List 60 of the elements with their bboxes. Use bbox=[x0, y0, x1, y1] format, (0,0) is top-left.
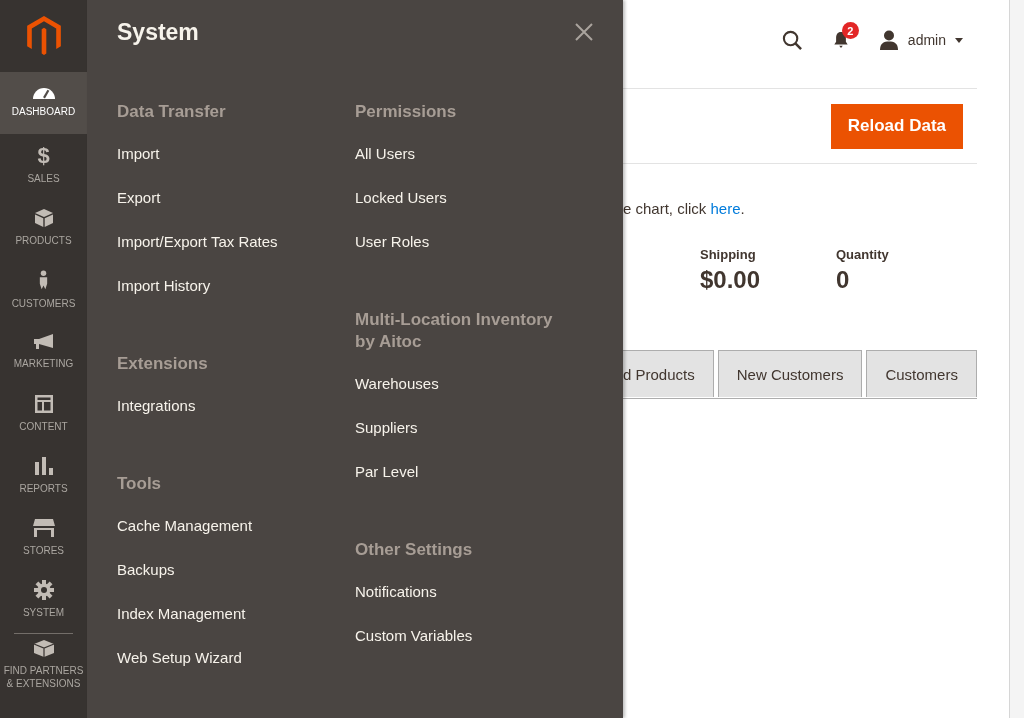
person-icon bbox=[38, 268, 49, 291]
sidebar-item[interactable]: REPORTS bbox=[0, 444, 87, 506]
menu-item[interactable]: Import bbox=[117, 132, 355, 176]
bar-chart-icon bbox=[33, 455, 54, 476]
tab[interactable]: New Customers bbox=[717, 350, 863, 397]
menu-section-heading: Data Transfer bbox=[117, 101, 227, 123]
reload-data-button[interactable]: Reload Data bbox=[830, 103, 963, 149]
sidebar-item[interactable]: FIND PARTNERS & EXTENSIONS bbox=[0, 634, 87, 694]
menu-section-heading: Multi-Location Inventory by Aitoc bbox=[355, 309, 554, 353]
menu-item[interactable]: All Users bbox=[355, 132, 593, 176]
menu-item[interactable]: User Roles bbox=[355, 220, 593, 264]
menu-item[interactable]: Import History bbox=[117, 264, 355, 308]
user-menu[interactable]: admin bbox=[878, 30, 963, 50]
menu-section-heading: Tools bbox=[117, 473, 163, 495]
storefront-icon bbox=[31, 517, 56, 538]
stat-value: $0.00 bbox=[700, 266, 762, 294]
stat-label: Quantity bbox=[836, 247, 890, 262]
menu-item[interactable]: Cache Management bbox=[117, 504, 355, 548]
notification-count: 2 bbox=[841, 22, 859, 39]
menu-item[interactable]: Warehouses bbox=[355, 362, 593, 406]
menu-item[interactable]: Suppliers bbox=[355, 406, 593, 450]
tab[interactable]: d Products bbox=[623, 350, 714, 397]
menu-item[interactable]: Index Management bbox=[117, 592, 355, 636]
sidebar-item[interactable]: SYSTEM bbox=[0, 568, 87, 630]
menu-item[interactable]: Backups bbox=[117, 548, 355, 592]
here-link[interactable]: here bbox=[710, 200, 741, 217]
dollar-icon: $ bbox=[37, 145, 50, 166]
sidebar-item[interactable]: STORES bbox=[0, 506, 87, 568]
layout-icon bbox=[33, 393, 54, 414]
chart-hint-text: e chart, click here. bbox=[623, 200, 746, 217]
sidebar-item[interactable]: CUSTOMERS bbox=[0, 258, 87, 320]
menu-item[interactable]: Export bbox=[117, 176, 355, 220]
menu-title: System bbox=[117, 18, 199, 46]
sidebar-item[interactable]: DASHBOARD bbox=[0, 72, 87, 134]
close-icon[interactable] bbox=[575, 23, 593, 41]
menu-item[interactable]: Locked Users bbox=[355, 176, 593, 220]
menu-item[interactable]: Integrations bbox=[117, 384, 355, 428]
menu-section-heading: Permissions bbox=[355, 101, 458, 123]
sidebar-item[interactable]: CONTENT bbox=[0, 382, 87, 444]
caret-icon bbox=[955, 37, 963, 43]
user-icon bbox=[878, 30, 899, 50]
menu-item[interactable]: Import/Export Tax Rates bbox=[117, 220, 355, 264]
menu-section-heading: Extensions bbox=[117, 353, 209, 375]
menu-item[interactable]: Notifications bbox=[355, 570, 593, 614]
menu-item[interactable]: Par Level bbox=[355, 450, 593, 494]
megaphone-icon bbox=[32, 332, 55, 351]
stat-value: 0 bbox=[836, 266, 851, 294]
menu-section-heading: Other Settings bbox=[355, 539, 474, 561]
logo-icon[interactable] bbox=[26, 16, 61, 56]
stat-label: Shipping bbox=[700, 247, 757, 262]
menu-item[interactable]: Web Setup Wizard bbox=[117, 636, 355, 680]
box-icon bbox=[33, 207, 54, 228]
tab[interactable]: Customers bbox=[866, 350, 977, 397]
search-icon[interactable] bbox=[781, 29, 803, 51]
brick-icon bbox=[32, 638, 55, 658]
sidebar-item[interactable]: PRODUCTS bbox=[0, 196, 87, 258]
sidebar-item[interactable]: MARKETING bbox=[0, 320, 87, 382]
gauge-icon bbox=[32, 88, 55, 99]
sidebar-item[interactable]: $ SALES bbox=[0, 134, 87, 196]
menu-item[interactable]: Custom Variables bbox=[355, 614, 593, 658]
